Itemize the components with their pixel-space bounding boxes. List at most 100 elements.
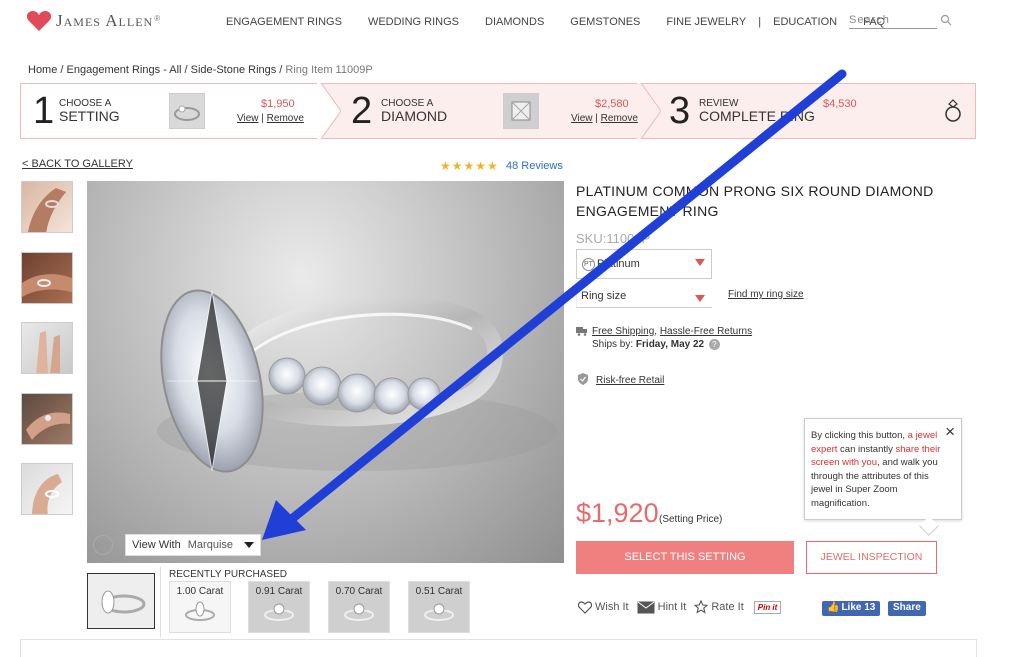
like-count: Like 13	[841, 602, 876, 613]
setting-thumbnail	[169, 93, 205, 129]
jewel-inspection-tooltip: By clicking this button, a jewel expert …	[804, 418, 962, 520]
step-links: View | Remove	[571, 113, 638, 124]
view-with-select[interactable]: View With Marquise	[125, 534, 261, 556]
rate-it-label: Rate It	[711, 601, 744, 613]
step-links: View | Remove	[237, 113, 304, 124]
ring-size-select[interactable]: Ring size	[576, 288, 712, 308]
search-icon[interactable]	[940, 14, 952, 26]
price-note: (Setting Price)	[659, 514, 723, 525]
recently-purchased-label: RECENTLY PURCHASED	[169, 569, 287, 580]
ring-thumb-image	[264, 603, 294, 621]
ring-size-placeholder: Ring size	[581, 290, 627, 302]
step-label-big: COMPLETE RING	[699, 108, 815, 124]
envelope-icon	[637, 601, 655, 613]
recent-item[interactable]: 0.70 Carat	[328, 581, 390, 633]
product-title: PLATINUM COMMON PRONG SIX ROUND DIAMOND …	[576, 183, 934, 219]
recent-item[interactable]: 1.00 Carat	[169, 581, 231, 633]
breadcrumb: Home / Engagement Rings - All / Side-Sto…	[28, 64, 373, 76]
facebook-share-button[interactable]: Share	[888, 601, 926, 616]
gallery-thumb-1[interactable]	[21, 181, 73, 233]
gallery-thumb-5[interactable]	[21, 463, 73, 515]
ring-icon	[945, 99, 961, 122]
view-with-value: Marquise	[187, 539, 234, 551]
back-to-gallery-link[interactable]: < BACK TO GALLERY	[22, 158, 133, 170]
nav-gemstones[interactable]: GEMSTONES	[570, 16, 640, 28]
gallery-thumb-3[interactable]	[21, 322, 73, 374]
gallery-thumb-4[interactable]	[21, 393, 73, 445]
heart-logo-icon	[26, 11, 52, 31]
breadcrumb-home[interactable]: Home	[28, 64, 57, 76]
recent-carat: 0.51 Carat	[415, 586, 463, 597]
find-ring-size-link[interactable]: Find my ring size	[728, 289, 804, 300]
metal-badge-icon: PT	[582, 258, 595, 271]
pinterest-button[interactable]: Pin it	[753, 600, 782, 614]
selected-view-thumb[interactable]	[87, 573, 155, 629]
metal-value: Platinum	[597, 258, 640, 270]
recent-item[interactable]: 0.91 Carat	[248, 581, 310, 633]
step-setting[interactable]: 1 CHOOSE A SETTING $1,950 View | Remove	[21, 84, 321, 138]
remove-setting-link[interactable]: Remove	[267, 113, 304, 124]
breadcrumb-side-stone[interactable]: Side-Stone Rings	[191, 64, 277, 76]
step-price: $4,530	[823, 98, 857, 110]
diamond-thumb-icon	[511, 101, 531, 121]
ring-thumb-image	[101, 590, 146, 614]
step-label: CHOOSE A DIAMOND	[381, 98, 447, 123]
shield-icon	[578, 373, 588, 385]
breadcrumb-engagement-rings[interactable]: Engagement Rings - All	[67, 64, 182, 76]
nav-diamonds[interactable]: DIAMONDS	[485, 16, 544, 28]
search-input[interactable]: Search	[849, 14, 937, 29]
nav-fine-jewelry[interactable]: FINE JEWELRY	[666, 16, 746, 28]
step-review[interactable]: 3 REVIEW COMPLETE RING $4,530	[661, 84, 975, 138]
trademark: ®	[154, 14, 161, 23]
remove-diamond-link[interactable]: Remove	[601, 113, 638, 124]
nav-engagement-rings[interactable]: ENGAGEMENT RINGS	[226, 16, 342, 28]
hand-thumb-image	[28, 188, 66, 232]
free-shipping-link[interactable]: Free Shipping	[592, 326, 654, 337]
nav-education[interactable]: EDUCATION	[773, 16, 837, 28]
metal-select[interactable]: PT Platinum	[576, 249, 712, 279]
main-product-image[interactable]	[87, 181, 564, 563]
recent-item[interactable]: 0.51 Carat	[408, 581, 470, 633]
step-diamond[interactable]: 2 CHOOSE A DIAMOND $2,580 View | Remove	[341, 84, 641, 138]
ring-thumb-image	[344, 603, 374, 621]
hand-thumb-image	[22, 274, 72, 297]
recent-carat: 0.70 Carat	[335, 586, 383, 597]
hand-thumb-image	[26, 412, 70, 440]
heart-icon	[578, 600, 592, 614]
brand-logo[interactable]: James Allen ®	[26, 10, 160, 32]
ring-render-image	[157, 289, 557, 473]
rate-it-button[interactable]: Rate It	[694, 600, 744, 614]
ring-thumb-image	[424, 603, 454, 621]
risk-free-link[interactable]: Risk-free Retail	[596, 375, 664, 386]
returns-link[interactable]: Hassle-Free Returns	[660, 326, 752, 337]
step-label: CHOOSE A SETTING	[59, 98, 120, 123]
truck-icon	[576, 327, 587, 336]
step-number: 2	[351, 90, 373, 132]
360-view-icon[interactable]: 360°	[93, 535, 113, 555]
select-setting-button[interactable]: SELECT THIS SETTING	[576, 541, 794, 574]
ring-thumb-icon	[174, 105, 200, 121]
wish-it-button[interactable]: Wish It	[578, 600, 629, 614]
view-diamond-link[interactable]: View	[571, 113, 593, 124]
nav-wedding-rings[interactable]: WEDDING RINGS	[368, 16, 459, 28]
gallery-thumb-2[interactable]	[21, 252, 73, 304]
view-setting-link[interactable]: View	[237, 113, 259, 124]
setting-price: $1,920	[576, 498, 659, 528]
facebook-like-button[interactable]: 👍 Like 13	[822, 601, 881, 616]
hint-it-label: Hint It	[657, 601, 687, 613]
close-icon[interactable]: ×	[945, 423, 955, 440]
breadcrumb-sep: /	[181, 64, 191, 76]
build-ring-steps: 1 CHOOSE A SETTING $1,950 View | Remove …	[20, 83, 976, 139]
recent-carat: 1.00 Carat	[176, 586, 224, 597]
tooltip-text: can instantly	[837, 443, 896, 455]
reviews-link[interactable]: 48 Reviews	[506, 160, 563, 172]
shipping-info: Free Shipping, Hassle-Free Returns	[592, 325, 752, 339]
diamond-thumbnail	[503, 93, 539, 129]
hint-it-button[interactable]: Hint It	[637, 601, 687, 614]
step-number: 1	[33, 90, 55, 132]
help-icon[interactable]: ?	[708, 339, 720, 350]
breadcrumb-sep: /	[57, 64, 67, 76]
step-price: $2,580	[595, 98, 629, 110]
jewel-inspection-button[interactable]: JEWEL INSPECTION	[806, 541, 937, 574]
ships-by: Ships by: Friday, May 22 ?	[592, 339, 720, 350]
